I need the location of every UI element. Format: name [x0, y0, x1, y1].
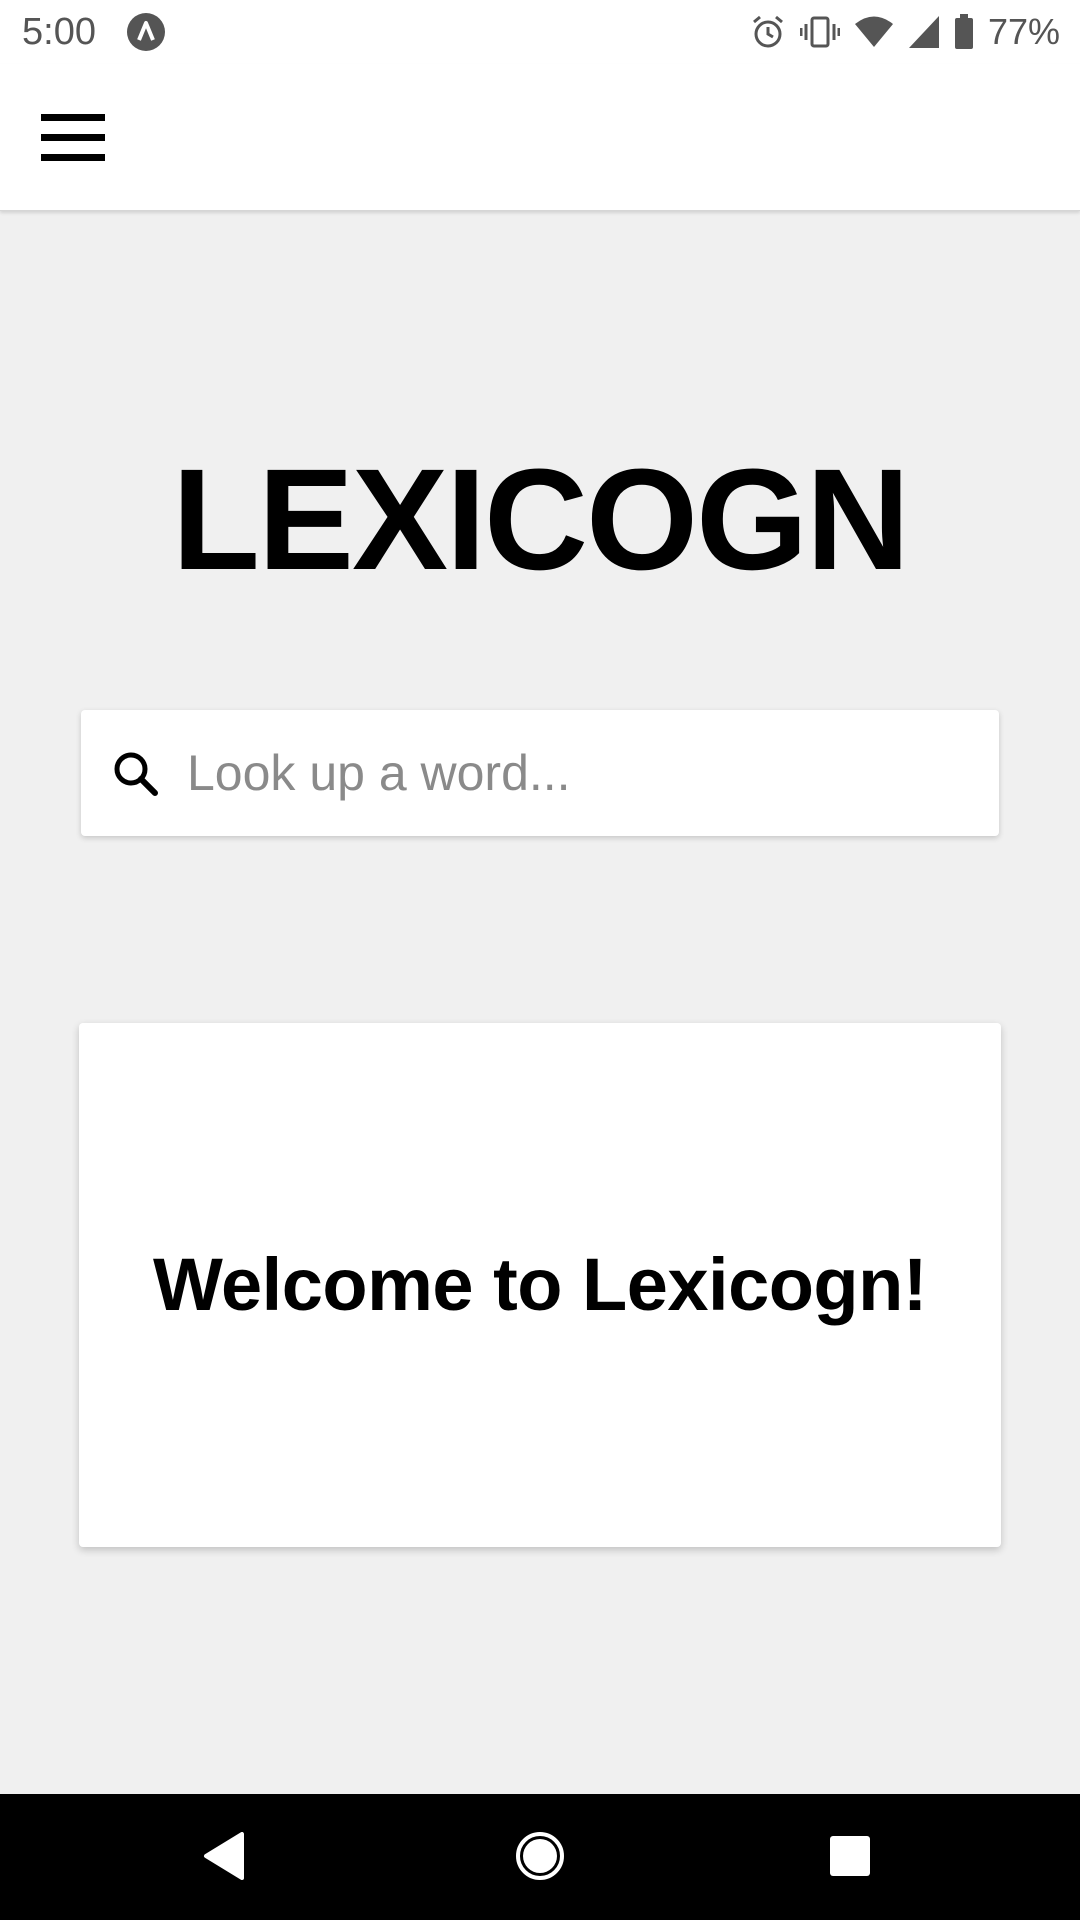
status-time: 5:00 [22, 11, 96, 53]
alarm-icon [750, 14, 786, 50]
home-icon [514, 1830, 566, 1887]
status-icons: 77% [750, 10, 1060, 54]
back-icon [202, 1831, 246, 1885]
hamburger-menu-icon [41, 112, 105, 169]
wifi-icon [854, 15, 894, 49]
app-logo-title: LEXICOGN [171, 439, 910, 600]
menu-button[interactable] [30, 104, 116, 176]
search-icon[interactable] [111, 749, 159, 797]
system-nav-bar [0, 1794, 1080, 1920]
cell-signal-icon [908, 15, 940, 49]
battery-percent: 77% [987, 11, 1060, 52]
search-box[interactable] [81, 710, 999, 836]
welcome-message: Welcome to Lexicogn! [153, 1243, 927, 1326]
battery-icon [954, 14, 974, 50]
nav-recents-button[interactable] [814, 1822, 886, 1894]
recents-icon [829, 1835, 871, 1882]
nav-home-button[interactable] [504, 1822, 576, 1894]
search-input[interactable] [187, 733, 967, 813]
app-notification-icon [126, 12, 166, 52]
app-bar [0, 64, 1080, 211]
vibrate-icon [799, 14, 840, 50]
nav-back-button[interactable] [188, 1822, 260, 1894]
status-bar: 5:00 77% [0, 0, 1080, 64]
app-screen: 5:00 77% LEXICOGN Look up a word... Welc… [0, 0, 1080, 1920]
welcome-card: Welcome to Lexicogn! [79, 1023, 1001, 1547]
